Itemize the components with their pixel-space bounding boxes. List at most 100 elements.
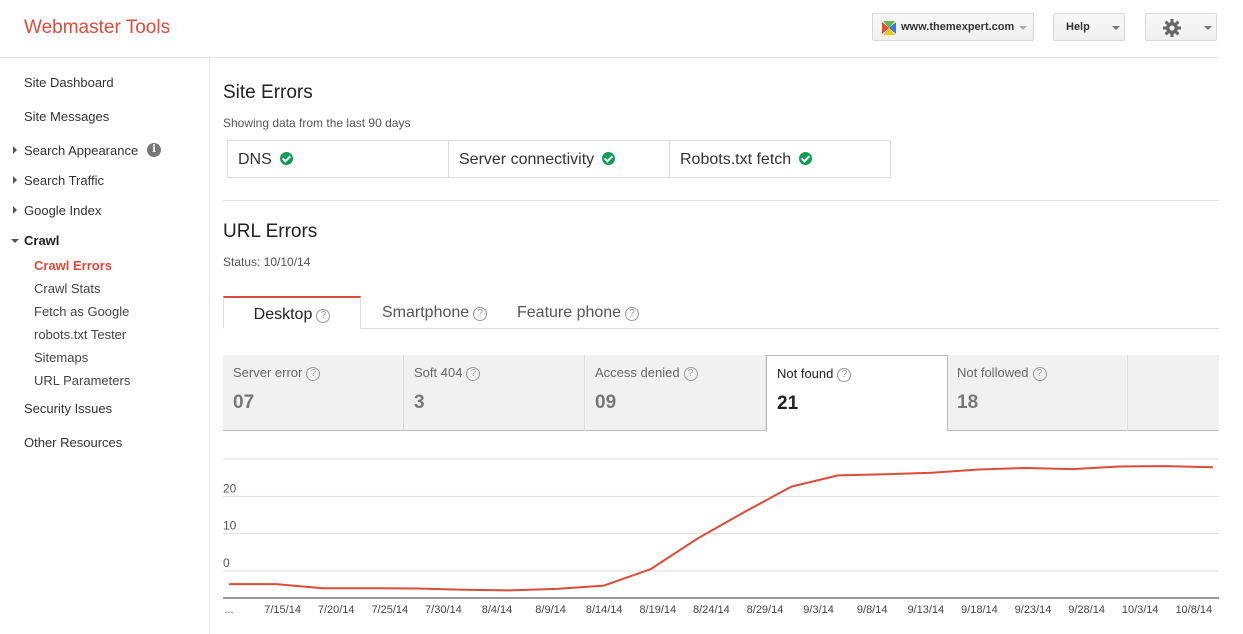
sidebar-item-sitemaps[interactable]: Sitemaps xyxy=(34,350,88,365)
card-label: Server error xyxy=(233,365,303,380)
section-divider xyxy=(223,200,1219,201)
themexpert-logo-icon xyxy=(882,21,896,35)
sidebar-item-security-issues[interactable]: Security Issues xyxy=(24,401,112,416)
help-button[interactable]: Help xyxy=(1053,13,1125,41)
site-selector-button[interactable]: www.themexpert.com xyxy=(872,13,1034,41)
sidebar-item-search-traffic[interactable]: Search Traffic xyxy=(24,173,104,188)
help-icon[interactable]: ? xyxy=(306,367,321,381)
chevron-right-icon[interactable] xyxy=(13,146,17,154)
chevron-right-icon[interactable] xyxy=(13,206,17,214)
error-type-cards: Server error? 07 Soft 404? 3 Access deni… xyxy=(223,355,1219,432)
x-tick-label: 9/8/14 xyxy=(857,604,888,616)
sidebar-item-site-messages[interactable]: Site Messages xyxy=(24,109,109,124)
sidebar-item-search-appearance[interactable]: Search Appearance xyxy=(24,143,138,158)
x-tick-label: 9/18/14 xyxy=(961,604,998,616)
card-label: Not followed xyxy=(957,365,1029,380)
x-tick-label: 9/28/14 xyxy=(1068,604,1105,616)
status-robots-fetch[interactable]: Robots.txt fetch xyxy=(670,141,890,177)
sidebar-item-other-resources[interactable]: Other Resources xyxy=(24,435,122,450)
app-title[interactable]: Webmaster Tools xyxy=(24,17,170,39)
card-label: Access denied xyxy=(595,365,680,380)
errors-line-chart: 0 10 20 30... 7/15/14 7/20/14 7/25/14 7/30/14 8/… xyxy=(223,455,1219,616)
card-value: 07 xyxy=(233,392,255,413)
site-errors-status: DNS Server connectivity Robots.txt fetch xyxy=(227,140,891,178)
sidebar-item-fetch-as-google[interactable]: Fetch as Google xyxy=(34,304,129,319)
sidebar-item-url-parameters[interactable]: URL Parameters xyxy=(34,373,130,388)
status-dns[interactable]: DNS xyxy=(228,141,449,177)
x-tick-label: 10/3/14 xyxy=(1122,604,1159,616)
card-value: 21 xyxy=(777,393,799,414)
x-tick-label: 9/23/14 xyxy=(1015,604,1052,616)
info-icon[interactable]: i xyxy=(147,143,161,157)
card-value: 18 xyxy=(957,392,979,413)
tab-feature-phone[interactable]: Feature phone? xyxy=(517,296,640,329)
y-tick-label: 30 xyxy=(223,455,237,458)
url-errors-title: URL Errors xyxy=(223,221,318,242)
status-label: Robots.txt fetch xyxy=(680,151,792,168)
help-icon[interactable]: ? xyxy=(473,307,488,321)
series-line xyxy=(229,465,1214,592)
status-label: Server connectivity xyxy=(459,151,595,168)
x-tick-label: 8/4/14 xyxy=(482,604,513,616)
tab-label: Smartphone xyxy=(382,304,470,321)
x-tick-label: 8/29/14 xyxy=(747,604,784,616)
gear-icon xyxy=(1163,19,1181,37)
x-tick-label: 10/8/14 xyxy=(1175,604,1212,616)
check-icon xyxy=(279,152,293,165)
card-not-found[interactable]: Not found? 21 xyxy=(766,355,948,432)
help-label: Help xyxy=(1066,21,1090,33)
sidebar-item-crawl-stats[interactable]: Crawl Stats xyxy=(34,281,100,296)
y-tick-label: 10 xyxy=(223,519,237,533)
card-value: 09 xyxy=(595,392,617,413)
tab-label: Desktop xyxy=(253,306,313,323)
tab-label: Feature phone xyxy=(517,304,622,321)
card-not-followed[interactable]: Not followed? 18 xyxy=(947,355,1128,431)
status-server-connectivity[interactable]: Server connectivity xyxy=(449,141,670,177)
tab-smartphone[interactable]: Smartphone? xyxy=(382,296,488,329)
card-access-denied[interactable]: Access denied? 09 xyxy=(585,355,766,431)
sidebar-item-site-dashboard[interactable]: Site Dashboard xyxy=(24,75,114,90)
x-tick-label: 9/3/14 xyxy=(803,604,834,616)
card-label: Not found xyxy=(777,366,834,381)
x-tick-label: 7/30/14 xyxy=(425,604,462,616)
site-selector-label: www.themexpert.com xyxy=(901,21,1015,33)
site-errors-subtitle: Showing data from the last 90 days xyxy=(223,116,411,130)
help-icon[interactable]: ? xyxy=(1032,367,1047,381)
chevron-right-icon[interactable] xyxy=(13,176,17,184)
url-errors-status: Status: 10/10/14 xyxy=(223,255,311,269)
tabs-baseline xyxy=(223,328,1219,329)
sidebar-item-robots-tester[interactable]: robots.txt Tester xyxy=(34,327,126,342)
check-icon xyxy=(602,152,616,165)
x-tick-label: 7/15/14 xyxy=(264,604,301,616)
sidebar-item-crawl[interactable]: Crawl xyxy=(24,233,59,248)
x-tick-label: ... xyxy=(224,604,233,616)
help-icon[interactable]: ? xyxy=(466,367,481,381)
check-icon xyxy=(799,152,813,165)
card-label: Soft 404 xyxy=(414,365,463,380)
x-tick-label: 8/19/14 xyxy=(639,604,676,616)
site-errors-title: Site Errors xyxy=(223,82,313,103)
x-tick-label: 7/20/14 xyxy=(318,604,355,616)
help-icon[interactable]: ? xyxy=(683,367,698,381)
y-tick-label: 0 xyxy=(223,556,230,570)
chevron-down-icon xyxy=(1112,26,1120,30)
x-tick-label: 8/14/14 xyxy=(586,604,623,616)
chevron-down-icon xyxy=(1204,26,1212,30)
sidebar-item-crawl-errors[interactable]: Crawl Errors xyxy=(34,258,112,273)
chevron-down-icon xyxy=(1019,26,1027,30)
card-server-error[interactable]: Server error? 07 xyxy=(223,355,404,431)
x-tick-label: 9/13/14 xyxy=(907,604,944,616)
help-icon[interactable]: ? xyxy=(625,307,640,321)
x-tick-label: 8/9/14 xyxy=(535,604,566,616)
settings-button[interactable] xyxy=(1145,13,1217,41)
help-icon[interactable]: ? xyxy=(316,309,331,323)
card-value: 3 xyxy=(414,392,425,413)
sidebar-item-google-index[interactable]: Google Index xyxy=(24,203,101,218)
x-tick-label: 7/25/14 xyxy=(371,604,408,616)
help-icon[interactable]: ? xyxy=(837,368,852,382)
x-tick-label: 8/24/14 xyxy=(693,604,730,616)
status-label: DNS xyxy=(238,151,272,168)
chevron-down-icon[interactable] xyxy=(11,239,19,243)
card-soft-404[interactable]: Soft 404? 3 xyxy=(404,355,585,431)
tab-desktop[interactable]: Desktop? xyxy=(223,296,361,329)
